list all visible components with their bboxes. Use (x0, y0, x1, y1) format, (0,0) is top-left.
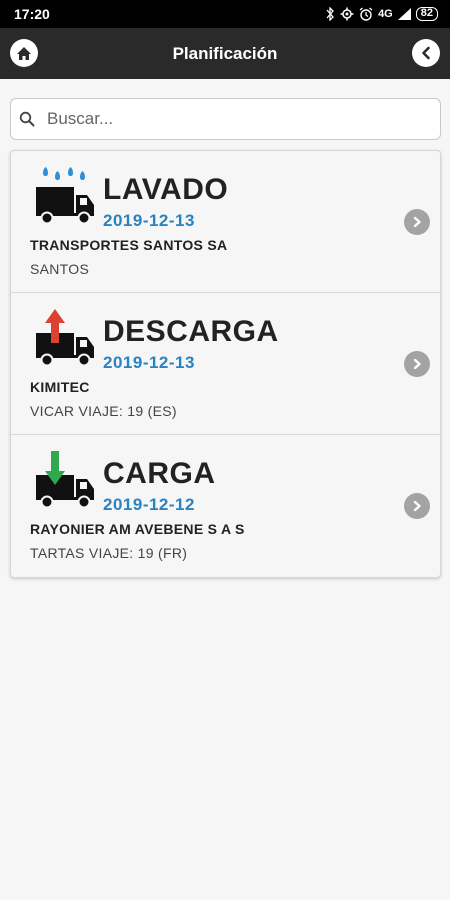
gear-icon (340, 7, 354, 21)
page-title: Planificación (172, 43, 278, 63)
item-company: KIMITEC (30, 379, 90, 395)
search-icon (19, 111, 35, 127)
chevron-right-icon[interactable] (404, 351, 430, 377)
item-detail: VICAR VIAJE: 19 (ES) (30, 403, 177, 419)
truck-wash-icon (36, 167, 94, 225)
status-bar: 17:20 4G 82 (0, 0, 450, 28)
search-box[interactable] (10, 98, 441, 140)
item-detail: TARTAS VIAJE: 19 (FR) (30, 545, 188, 561)
item-type: CARGA (103, 457, 216, 490)
status-icons: 4G 82 (326, 7, 438, 21)
back-icon (422, 46, 430, 60)
home-icon (17, 46, 31, 60)
item-type: DESCARGA (103, 315, 279, 348)
list-item[interactable]: LAVADO 2019-12-13 TRANSPORTES SANTOS SA … (11, 151, 440, 293)
chevron-right-icon[interactable] (404, 209, 430, 235)
list-item[interactable]: DESCARGA 2019-12-13 KIMITEC VICAR VIAJE:… (11, 293, 440, 435)
status-time: 17:20 (14, 6, 50, 22)
bluetooth-icon (326, 7, 334, 21)
item-company: TRANSPORTES SANTOS SA (30, 237, 228, 253)
item-date: 2019-12-13 (103, 211, 195, 230)
alarm-icon (359, 7, 373, 21)
item-company: RAYONIER AM AVEBENE S A S (30, 521, 245, 537)
item-type: LAVADO (103, 173, 229, 206)
truck-load-icon (36, 451, 94, 509)
home-button[interactable] (10, 39, 38, 67)
battery-icon: 82 (415, 7, 438, 21)
list-item[interactable]: CARGA 2019-12-12 RAYONIER AM AVEBENE S A… (11, 435, 440, 577)
item-date: 2019-12-13 (103, 353, 195, 372)
chevron-right-icon[interactable] (404, 493, 430, 519)
search-input[interactable] (45, 108, 419, 130)
planning-list: LAVADO 2019-12-13 TRANSPORTES SANTOS SA … (10, 150, 441, 578)
item-detail: SANTOS (30, 261, 90, 277)
network-type: 4G (378, 7, 393, 20)
app-header: Planificación (0, 28, 450, 79)
signal-icon (397, 8, 411, 20)
item-date: 2019-12-12 (103, 495, 195, 514)
truck-unload-icon (36, 309, 94, 367)
back-button[interactable] (412, 39, 440, 67)
